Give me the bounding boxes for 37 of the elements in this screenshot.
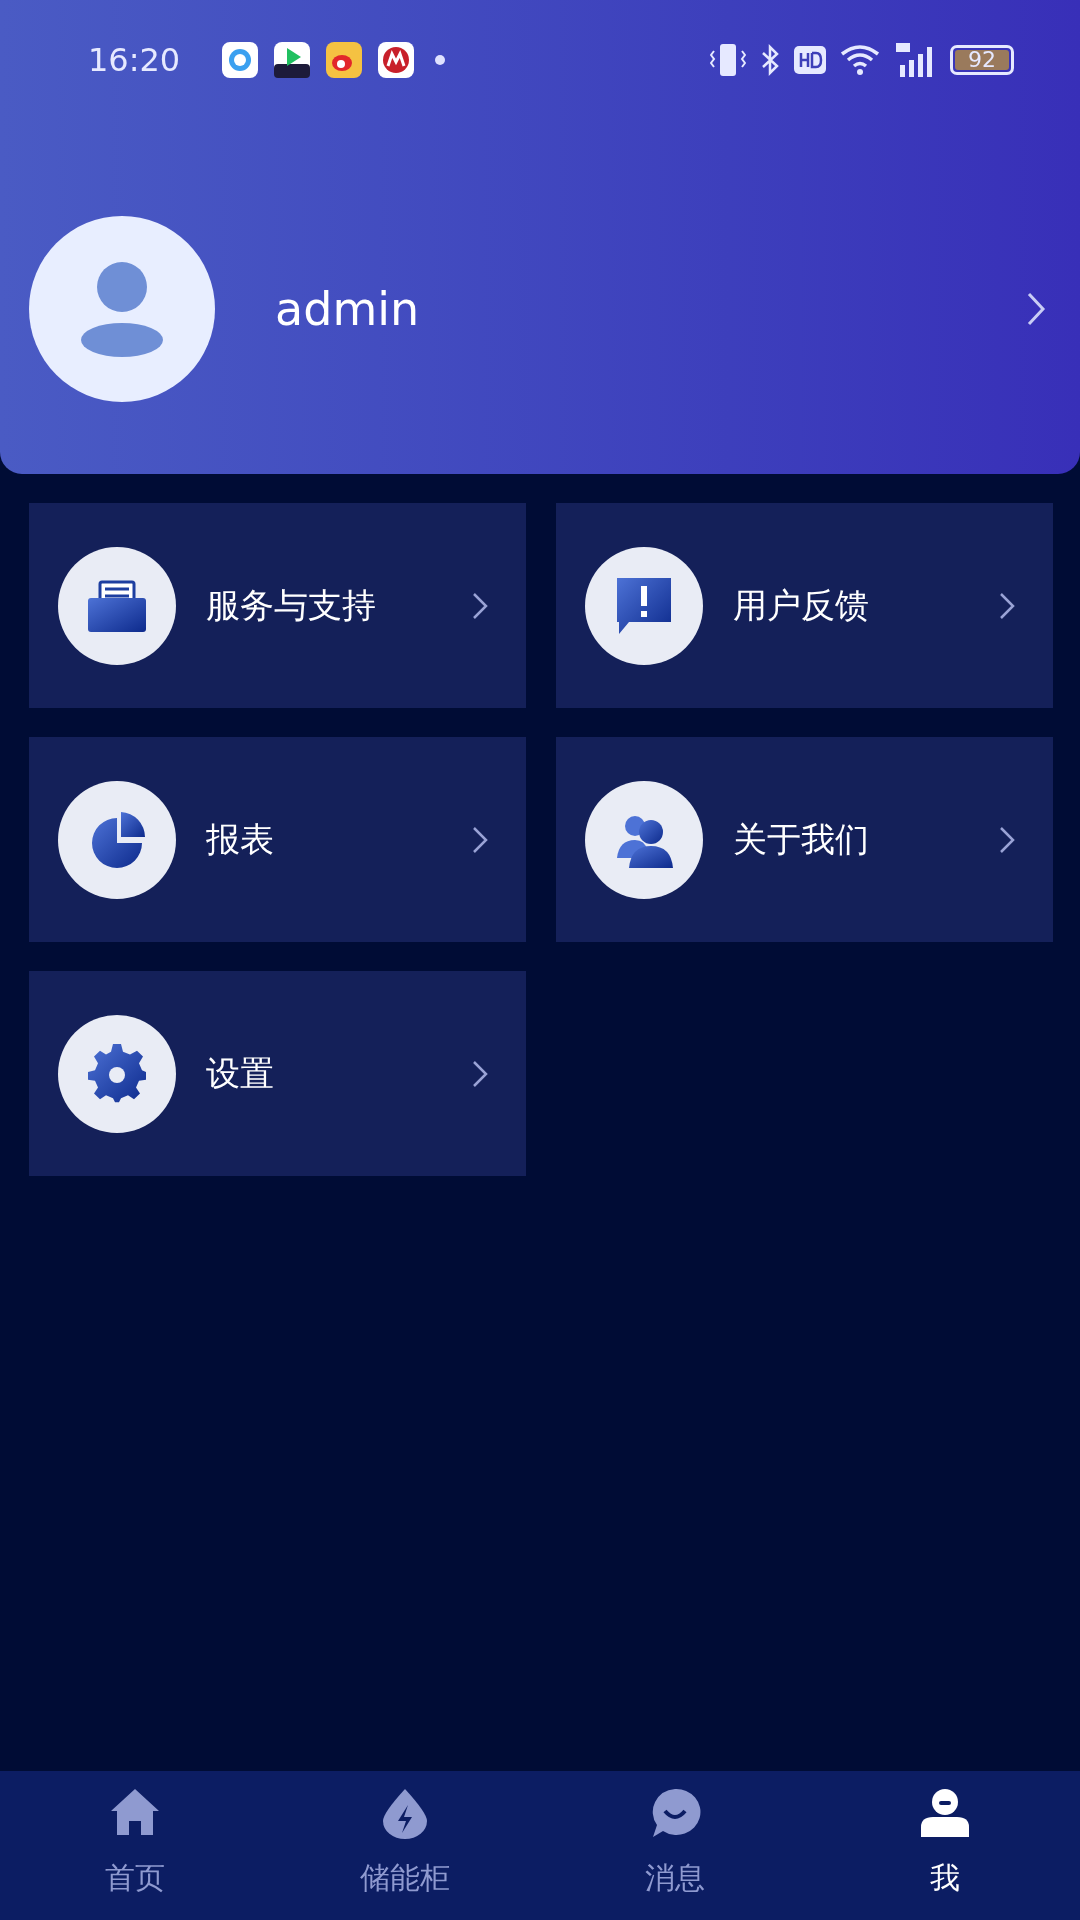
chevron-right-icon: [472, 1059, 488, 1088]
menu-card[interactable]: 设置: [29, 971, 526, 1176]
chevron-right-icon: [1026, 291, 1046, 327]
chevron-right-icon: [999, 825, 1015, 854]
chevron-right-icon: [472, 591, 488, 620]
menu-label: 服务与支持: [206, 584, 376, 627]
menu-card[interactable]: 服务与支持: [29, 503, 526, 708]
username: admin: [275, 280, 420, 338]
exclamation-chat-icon: [615, 575, 673, 636]
menu-label: 关于我们: [733, 818, 869, 861]
chevron-right-icon: [999, 591, 1015, 620]
app-icon: [274, 42, 311, 78]
profile-header[interactable]: admin: [0, 216, 1080, 402]
hd-icon: [794, 46, 826, 74]
menu-label: 设置: [206, 1052, 274, 1095]
user-icon: [80, 261, 164, 357]
menu-label: 用户反馈: [733, 584, 869, 627]
status-time: 16:20: [88, 40, 181, 81]
menu-card[interactable]: 用户反馈: [556, 503, 1053, 708]
menu-card[interactable]: 报表: [29, 737, 526, 942]
app-icon: [378, 42, 415, 78]
menu-label: 报表: [206, 818, 274, 861]
tab[interactable]: 我: [810, 1771, 1080, 1920]
tab[interactable]: 首页: [0, 1771, 270, 1920]
wifi-icon: [840, 44, 882, 76]
tab[interactable]: 消息: [540, 1771, 810, 1920]
app-icon: [222, 42, 259, 78]
battery-icon: 92: [950, 45, 1014, 75]
chevron-right-icon: [472, 825, 488, 854]
gear-icon: [88, 1043, 146, 1104]
bluetooth-icon: [760, 44, 780, 76]
notification-dot-icon: [434, 54, 447, 66]
person-icon: [919, 1787, 971, 1839]
tab[interactable]: 储能柜: [270, 1771, 540, 1920]
vibrate-icon: [710, 43, 746, 77]
app-icon: [326, 42, 363, 78]
menu-card[interactable]: 关于我们: [556, 737, 1053, 942]
